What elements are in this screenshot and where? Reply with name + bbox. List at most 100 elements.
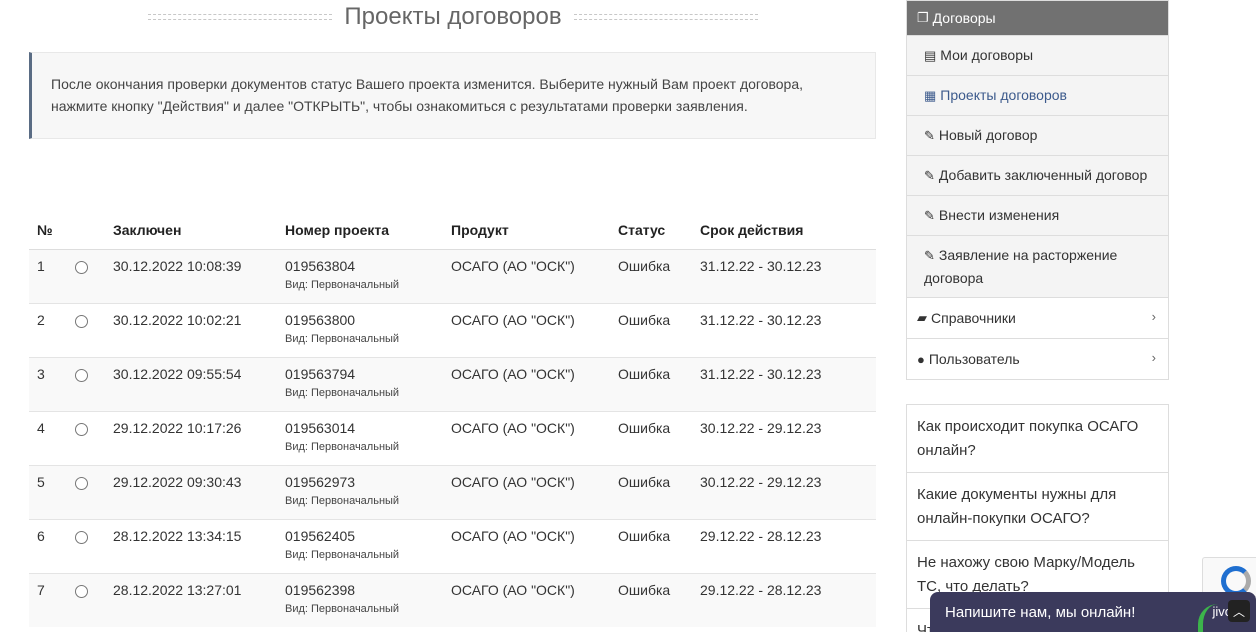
row-project: 019562973 [285,473,356,490]
row-radio[interactable] [75,530,88,544]
col-project: Номер проекта [277,211,443,250]
table-row[interactable]: 6 28.12.2022 13:34:15 019562405 Вид: Первон… [29,518,876,573]
sidebar-group-label: Пользователь [928,351,1020,367]
row-radio[interactable] [75,422,88,436]
row-num: 5 [29,464,67,519]
sidebar-item-label: Заявление на расторжение договора [924,247,1118,286]
row-kind: Вид: Первоначальный [285,332,400,345]
sidebar-header-label: Договоры [932,10,996,26]
row-radio[interactable] [75,314,88,328]
sidebar-item-label: Мои договоры [940,47,1034,63]
table-row[interactable]: 3 30.12.2022 09:55:54 019563794 Вид: Первон… [29,356,876,411]
sidebar-item[interactable]: ✎ Новый договор [907,115,1168,155]
recaptcha-badge[interactable] [1202,557,1256,597]
sidebar-group[interactable]: ● Пользователь › [907,338,1168,379]
info-text: После окончания проверки документов стат… [51,76,804,114]
row-status: Ошибка [610,518,692,573]
row-kind: Вид: Первоначальный [285,278,400,291]
row-product: ОСАГО (АО "ОСК") [443,356,610,411]
row-project-cell: 019563800 Вид: Первоначальный [277,302,443,357]
title-divider-right [573,14,759,20]
row-status: Ошибка [610,464,692,519]
edit-icon: ✎ [924,208,935,223]
col-num: № [29,211,67,250]
chevron-up-icon[interactable]: ︿ [1228,600,1250,622]
row-concluded: 30.12.2022 09:55:54 [105,356,277,411]
row-project-cell: 019562398 Вид: Первоначальный [277,572,443,627]
sidebar-item[interactable]: ▤ Мои договоры [907,35,1168,75]
row-project: 019562405 [285,527,356,544]
row-radio[interactable] [75,584,88,598]
row-status: Ошибка [610,356,692,411]
sidebar-nav: ❐ Договоры ▤ Мои договоры ▦ Проекты договор… [906,0,1169,380]
row-select-cell [67,464,105,519]
sidebar-item-label: Новый договор [938,127,1038,143]
row-product: ОСАГО (АО "ОСК") [443,572,610,627]
table-row[interactable]: 5 29.12.2022 09:30:43 019562973 Вид: Первон… [29,464,876,519]
folder-open-icon: ▰ [917,310,927,325]
row-concluded: 30.12.2022 10:02:21 [105,302,277,357]
sidebar-item[interactable]: ✎ Внести изменения [907,195,1168,235]
copy-icon: ❐ [917,10,929,25]
table-row[interactable]: 7 28.12.2022 13:27:01 019562398 Вид: Первон… [29,572,876,627]
sidebar-item[interactable]: ▦ Проекты договоров [907,75,1168,115]
row-project: 019562398 [285,581,356,598]
col-select [67,211,105,250]
table-row[interactable]: 1 30.12.2022 10:08:39 019563804 Вид: Первон… [29,248,876,303]
sidebar-item[interactable]: ✎ Добавить заключенный договор [907,155,1168,195]
row-product: ОСАГО (АО "ОСК") [443,464,610,519]
row-product: ОСАГО (АО "ОСК") [443,518,610,573]
row-concluded: 29.12.2022 10:17:26 [105,410,277,465]
row-project-cell: 019562973 Вид: Первоначальный [277,464,443,519]
row-select-cell [67,410,105,465]
row-num: 6 [29,518,67,573]
row-kind: Вид: Первоначальный [285,548,400,561]
row-project-cell: 019562405 Вид: Первоначальный [277,518,443,573]
row-status: Ошибка [610,410,692,465]
row-status: Ошибка [610,248,692,303]
row-select-cell [67,572,105,627]
row-term: 30.12.22 - 29.12.23 [692,410,876,465]
row-num: 1 [29,248,67,303]
row-product: ОСАГО (АО "ОСК") [443,248,610,303]
row-kind: Вид: Первоначальный [285,602,400,615]
row-select-cell [67,302,105,357]
row-radio[interactable] [75,260,88,274]
row-project-cell: 019563804 Вид: Первоначальный [277,248,443,303]
row-status: Ошибка [610,302,692,357]
sidebar-group-label: Справочники [931,310,1016,326]
row-num: 3 [29,356,67,411]
row-num: 4 [29,410,67,465]
row-term: 31.12.22 - 30.12.23 [692,248,876,303]
user-icon: ● [917,351,925,367]
page-title-bar: Проекты договоров [148,0,759,34]
sidebar-group[interactable]: ▰ Справочники › [907,297,1168,338]
col-status: Статус [610,211,692,250]
faq-item[interactable]: Как происходит покупка ОСАГО онлайн? [907,405,1168,472]
row-radio[interactable] [75,476,88,490]
row-project: 019563794 [285,365,356,382]
row-term: 31.12.22 - 30.12.23 [692,356,876,411]
row-term: 29.12.22 - 28.12.23 [692,518,876,573]
info-callout: После окончания проверки документов стат… [29,52,876,139]
row-term: 29.12.22 - 28.12.23 [692,572,876,627]
sidebar-item-label: Проекты договоров [940,87,1067,103]
sidebar-header-contracts[interactable]: ❐ Договоры [907,1,1168,35]
row-term: 31.12.22 - 30.12.23 [692,302,876,357]
table-row[interactable]: 2 30.12.2022 10:02:21 019563800 Вид: Первон… [29,302,876,357]
row-product: ОСАГО (АО "ОСК") [443,302,610,357]
chevron-right-icon: › [1151,309,1156,324]
row-kind: Вид: Первоначальный [285,494,400,507]
edit-icon: ✎ [924,128,935,143]
faq-item[interactable]: Какие документы нужны для онлайн-покупки… [907,472,1168,540]
row-radio[interactable] [75,368,88,382]
col-concluded: Заключен [105,211,277,250]
table-row[interactable]: 4 29.12.2022 10:17:26 019563014 Вид: Первон… [29,410,876,465]
row-select-cell [67,248,105,303]
sidebar-item[interactable]: ✎ Заявление на расторжение договора [907,235,1168,297]
chat-widget[interactable]: Напишите нам, мы онлайн! jivo ︿ [930,592,1256,632]
row-concluded: 29.12.2022 09:30:43 [105,464,277,519]
edit-icon: ✎ [924,168,935,183]
row-project-cell: 019563014 Вид: Первоначальный [277,410,443,465]
row-product: ОСАГО (АО "ОСК") [443,410,610,465]
